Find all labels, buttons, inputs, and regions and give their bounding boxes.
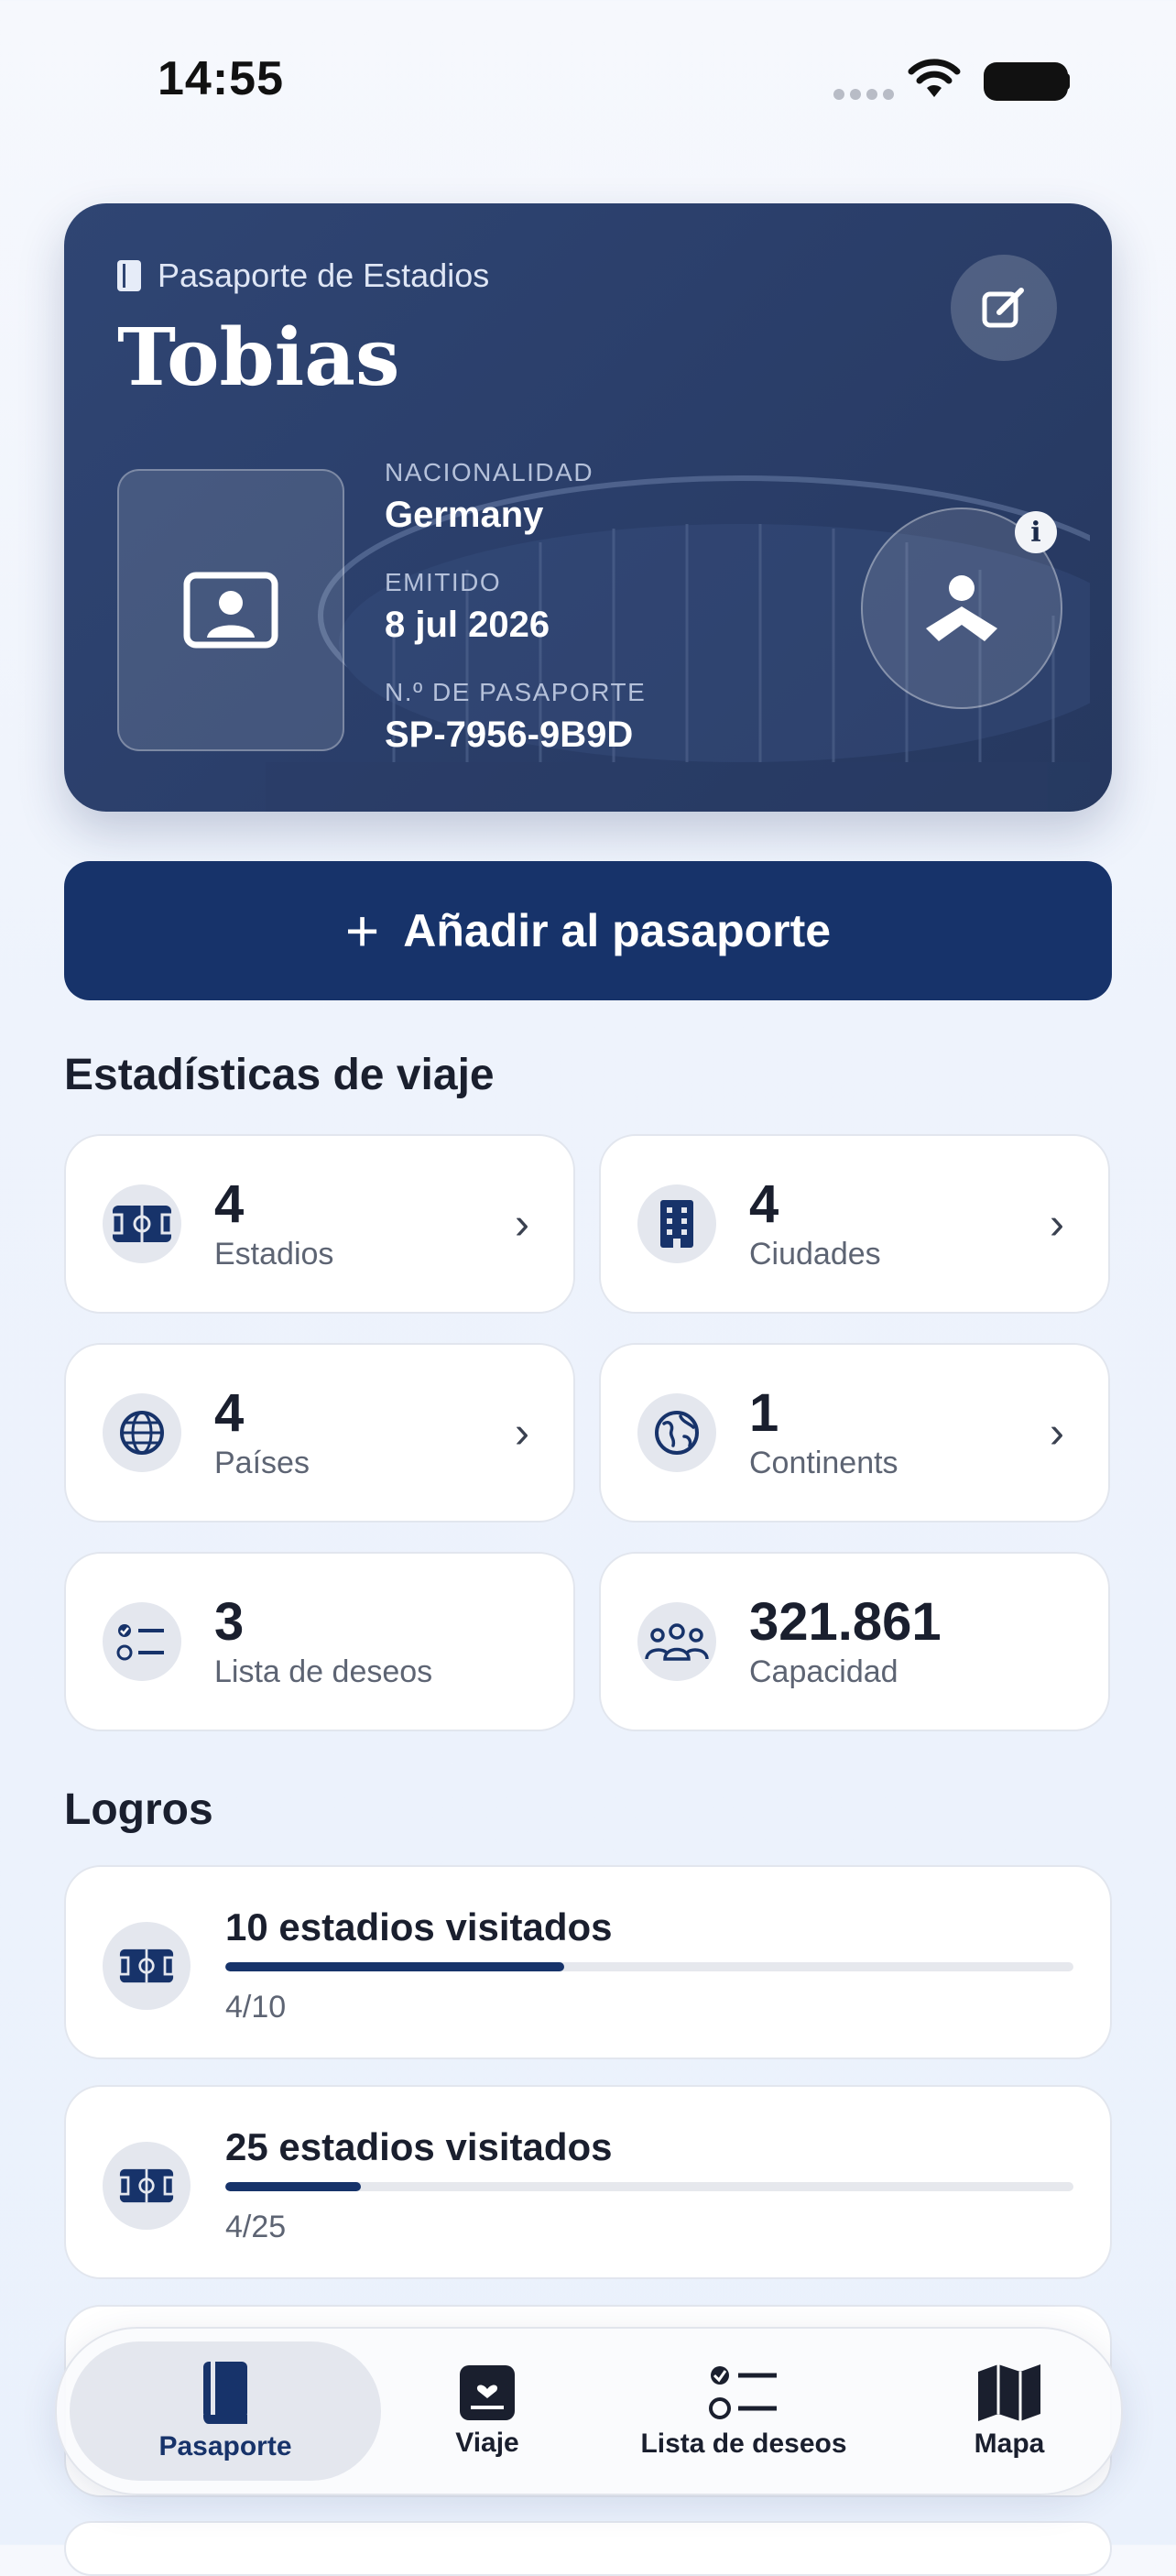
people-icon [637, 1602, 716, 1681]
achievement-card: 10 estadios visitados 4/10 [64, 1865, 1112, 2059]
stat-value: 1 [749, 1382, 779, 1443]
earth-icon [637, 1393, 716, 1472]
stadium-icon [103, 2142, 191, 2230]
checklist-icon [709, 2366, 777, 2419]
passport-photo-placeholder[interactable] [117, 469, 344, 751]
portrait-icon [183, 572, 278, 649]
signal-icon [833, 88, 899, 104]
stat-card-capacity: 321.861 Capacidad [599, 1552, 1110, 1731]
plus-icon: + [344, 898, 380, 964]
book-icon [117, 260, 141, 291]
achievements-section-title: Logros [64, 1785, 213, 1834]
wifi-icon [908, 59, 961, 97]
chevron-right-icon: › [515, 1199, 529, 1249]
nationality-value: Germany [385, 495, 544, 535]
chevron-right-icon: › [1050, 1199, 1064, 1249]
stat-label: Capacidad [749, 1654, 898, 1690]
status-time: 14:55 [158, 52, 284, 105]
stat-card-wishlist: 3 Lista de deseos [64, 1552, 575, 1731]
achievement-progress-text: 4/25 [225, 2210, 287, 2244]
tab-label: Pasaporte [158, 2431, 292, 2461]
stat-label: Continents [749, 1446, 898, 1481]
achievement-card: 25 estadios visitados 4/25 [64, 2085, 1112, 2279]
book-icon [203, 2362, 247, 2424]
passport-kicker: Pasaporte de Estadios [117, 257, 489, 295]
stat-value: 3 [214, 1591, 245, 1652]
passport-holder-name: Tobias [117, 311, 400, 404]
passport-number-value: SP-7956-9B9D [385, 715, 634, 755]
add-to-passport-button[interactable]: + Añadir al pasaporte [64, 861, 1112, 1000]
stat-card-continents[interactable]: 1 Continents › [599, 1343, 1110, 1523]
person-icon [926, 575, 997, 641]
map-icon [978, 2364, 1040, 2421]
stadium-icon [103, 1184, 181, 1263]
chevron-right-icon: › [515, 1408, 529, 1457]
tab-pasaporte[interactable]: Pasaporte [70, 2341, 381, 2481]
achievement-title: 10 estadios visitados [225, 1905, 613, 1948]
stat-card-stadiums[interactable]: 4 Estadios › [64, 1134, 575, 1314]
tab-label: Mapa [974, 2429, 1045, 2459]
stats-section-title: Estadísticas de viaje [64, 1051, 495, 1099]
stat-card-cities[interactable]: 4 Ciudades › [599, 1134, 1110, 1314]
stat-label: Estadios [214, 1237, 334, 1272]
stat-value: 4 [214, 1173, 245, 1234]
achievement-progress-bar [225, 1962, 1073, 1971]
add-to-passport-label: Añadir al pasaporte [403, 905, 832, 956]
globe-icon [103, 1393, 181, 1472]
building-icon [637, 1184, 716, 1263]
stat-label: Países [214, 1446, 310, 1481]
achievement-title: 25 estadios visitados [225, 2125, 613, 2168]
edit-icon [982, 288, 1024, 328]
chevron-right-icon: › [1050, 1408, 1064, 1457]
issued-label: EMITIDO [385, 568, 502, 596]
checklist-icon [103, 1602, 181, 1681]
edit-button[interactable] [951, 255, 1057, 361]
achievement-progress-text: 4/10 [225, 1990, 287, 2025]
achievement-card-partial [64, 2521, 1112, 2576]
stat-value: 4 [214, 1382, 245, 1443]
stat-label: Ciudades [749, 1237, 881, 1272]
tab-lista-de-deseos[interactable]: Lista de deseos [588, 2329, 899, 2494]
issued-value: 8 jul 2026 [385, 605, 550, 645]
tab-bar: Pasaporte Viaje Lista de deseos Mapa [55, 2327, 1123, 2495]
tab-label: Viaje [455, 2428, 519, 2458]
battery-tip [1062, 73, 1070, 90]
stat-card-countries[interactable]: 4 Países › [64, 1343, 575, 1523]
achievement-progress-fill [225, 2182, 362, 2191]
achievement-progress-bar [225, 2182, 1073, 2191]
ticket-icon [460, 2365, 515, 2420]
achievement-progress-fill [225, 1962, 565, 1971]
info-icon[interactable]: i [1015, 511, 1057, 553]
stat-value: 321.861 [749, 1591, 942, 1652]
passport-kicker-label: Pasaporte de Estadios [158, 257, 490, 294]
passport-card: Pasaporte de Estadios Tobias NACIONALIDA… [64, 203, 1112, 812]
nationality-label: NACIONALIDAD [385, 458, 594, 486]
tab-viaje[interactable]: Viaje [405, 2329, 570, 2494]
stat-label: Lista de deseos [214, 1654, 433, 1690]
stadium-icon [103, 1922, 191, 2010]
battery-icon [984, 62, 1068, 101]
passport-number-label: N.º DE PASAPORTE [385, 678, 647, 706]
tab-label: Lista de deseos [640, 2429, 847, 2459]
tab-mapa[interactable]: Mapa [918, 2329, 1101, 2494]
stat-value: 4 [749, 1173, 779, 1234]
